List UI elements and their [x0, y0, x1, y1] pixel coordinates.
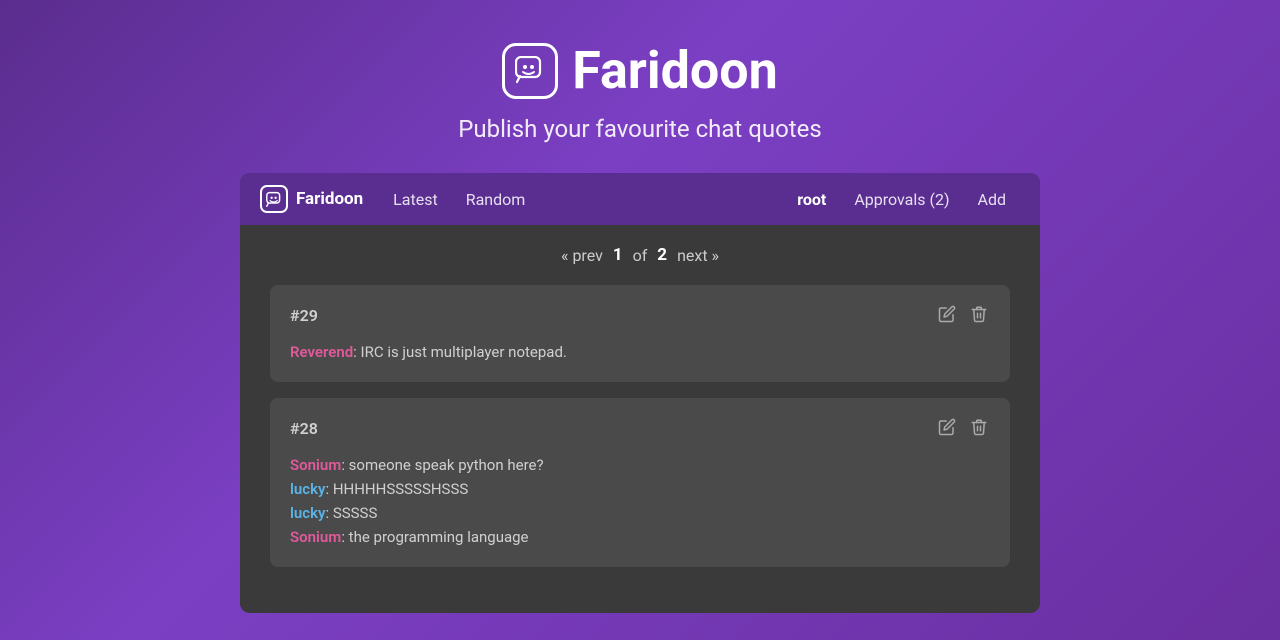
pagination: « prev 1 of 2 next » [270, 245, 1010, 265]
quote-text-29-1: : IRC is just multiplayer notepad. [353, 343, 567, 361]
quote-line-28-2: lucky: HHHHHSSSSSHSSS [290, 477, 990, 501]
app-title: Faridoon [572, 40, 777, 101]
logo-icon [502, 43, 558, 99]
quote-actions-29 [936, 303, 990, 328]
delete-button-28[interactable] [968, 416, 990, 441]
username-lucky-2: lucky [290, 504, 325, 522]
edit-button-29[interactable] [936, 303, 958, 328]
navbar-approvals[interactable]: Approvals (2) [840, 190, 963, 209]
quote-text-28-2: : HHHHHSSSSSHSSS [325, 480, 468, 498]
quote-card-28: #28 [270, 398, 1010, 567]
quote-line-28-4: Sonium: the programming language [290, 525, 990, 549]
quote-text-28-1: : someone speak python here? [341, 456, 543, 474]
of-label: of [633, 246, 648, 265]
current-page: 1 [613, 245, 623, 265]
total-pages: 2 [657, 245, 667, 265]
quote-id-29: #29 [290, 306, 318, 325]
quote-line-29-1: Reverend: IRC is just multiplayer notepa… [290, 340, 990, 364]
navbar-add[interactable]: Add [964, 190, 1020, 209]
content-body: « prev 1 of 2 next » #29 [240, 225, 1040, 613]
delete-button-29[interactable] [968, 303, 990, 328]
approvals-count: (2) [929, 190, 949, 209]
navbar-link-latest[interactable]: Latest [379, 173, 452, 225]
quote-card-29: #29 [270, 285, 1010, 382]
quote-id-28: #28 [290, 419, 318, 438]
username-sonium-2: Sonium [290, 528, 341, 546]
username-lucky-1: lucky [290, 480, 325, 498]
navbar-link-random[interactable]: Random [452, 173, 540, 225]
approvals-label: Approvals [854, 190, 925, 209]
prev-page-link[interactable]: « prev [561, 246, 603, 265]
next-page-link[interactable]: next » [677, 246, 719, 265]
quote-text-28-4: : the programming language [341, 528, 528, 546]
navbar-brand-label: Faridoon [296, 189, 363, 209]
username-reverend: Reverend [290, 343, 353, 361]
quote-line-28-3: lucky: SSSSS [290, 501, 990, 525]
navbar-user: root [783, 190, 840, 209]
hero-title-row: Faridoon [0, 40, 1280, 101]
quote-text-28-3: : SSSSS [325, 504, 377, 522]
quote-line-28-1: Sonium: someone speak python here? [290, 453, 990, 477]
quote-actions-28 [936, 416, 990, 441]
quote-header-28: #28 [290, 416, 990, 441]
quote-header-29: #29 [290, 303, 990, 328]
username-sonium-1: Sonium [290, 456, 341, 474]
navbar-logo-icon [260, 185, 288, 213]
hero-subtitle: Publish your favourite chat quotes [0, 115, 1280, 143]
edit-button-28[interactable] [936, 416, 958, 441]
navbar: Faridoon Latest Random root Approvals (2… [240, 173, 1040, 225]
main-container: Faridoon Latest Random root Approvals (2… [240, 173, 1040, 613]
hero-section: Faridoon Publish your favourite chat quo… [0, 0, 1280, 173]
navbar-brand[interactable]: Faridoon [260, 185, 363, 213]
